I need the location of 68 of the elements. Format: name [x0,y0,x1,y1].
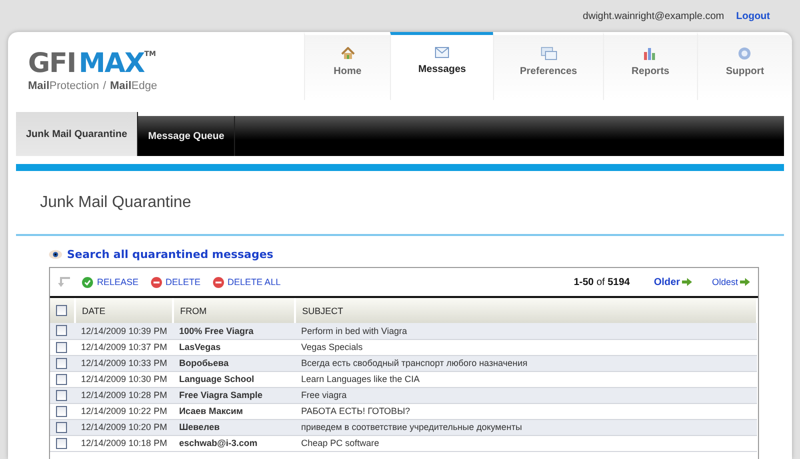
nav-tab[interactable]: Support [696,32,792,100]
toolbar-action[interactable]: RELEASE [82,276,139,288]
check-icon [82,276,93,288]
subject-cell: Learn Languages like the CIA [295,371,757,387]
date-cell: 12/14/2009 10:39 PM [75,323,174,339]
sender-cell: Шевелев [173,419,296,435]
select-all-checkbox[interactable] [56,305,67,316]
subject-cell: Free viagra [295,387,757,403]
date-cell: 12/14/2009 10:37 PM [75,339,174,355]
minus-icon [150,276,162,288]
nav-tab[interactable]: Preferences [493,32,603,100]
date-cell: 12/14/2009 10:33 PM [75,355,174,371]
subject-cell: приведем в соответствие учредительные документы [295,419,757,435]
subject-cell: Perform in bed with Viagra [295,323,757,339]
search-link[interactable]: Search all quarantined messages [49,248,274,261]
toolbar-action[interactable]: DELETE [150,276,201,288]
column-header: DATE [75,298,174,323]
row-checkbox[interactable] [56,374,67,385]
sender-cell: Language School [173,371,296,387]
column-header: SUBJECT [295,298,757,323]
sender-cell: Воробьева [173,355,296,371]
toolbar-action[interactable]: DELETE ALL [212,276,281,288]
row-checkbox[interactable] [56,325,67,336]
logout-link[interactable]: Logout [736,10,770,22]
older-link[interactable]: Older [654,276,692,288]
sender-cell: LasVegas [173,339,296,355]
product-name: MailEdge [110,80,158,92]
row-checkbox[interactable] [56,406,67,417]
date-cell: 12/14/2009 10:20 PM [75,419,174,435]
oldest-link[interactable]: Oldest [712,277,750,287]
sender-cell: Free Viagra Sample [173,387,296,403]
sender-cell: eschwab@i-3.com [173,435,296,451]
house-icon [340,47,355,60]
date-cell: 12/14/2009 10:22 PM [75,403,174,419]
row-checkbox[interactable] [56,390,67,401]
subject-cell: Cheap PC software [295,435,757,451]
return-arrow-icon [58,277,70,287]
nav-tab[interactable]: Reports [602,32,697,100]
nav-tab[interactable]: Home [304,32,390,100]
row-checkbox[interactable] [56,358,67,369]
nav-tab[interactable]: Messages [390,32,494,100]
row-checkbox[interactable] [56,342,67,353]
subject-cell: РАБОТА ЕСТЬ! ГОТОВЫ? [295,403,757,419]
sender-cell: 100% Free Viagra [173,323,296,339]
envelope-icon [435,47,450,58]
subject-cell: Всегда есть свободный транспорт любого назначения [295,355,757,371]
user-email: dwight.wainright@example.com [582,10,724,22]
date-cell: 12/14/2009 10:28 PM [75,387,174,403]
sender-cell: Исаев Максим [173,403,296,419]
arrow-icon [740,278,750,286]
subject-cell: Vegas Specials [295,339,757,355]
eye-icon [49,250,62,259]
sub-tab[interactable]: Junk Mail Quarantine [16,112,138,156]
page-title: Junk Mail Quarantine [40,194,192,212]
arrow-icon [682,278,692,286]
column-header: FROM [173,298,296,323]
minus-icon [212,276,224,288]
date-cell: 12/14/2009 10:30 PM [75,371,174,387]
sub-tab[interactable]: Message Queue [138,116,236,156]
help-icon [738,47,752,60]
product-name: MailProtection [28,80,99,92]
date-cell: 12/14/2009 10:18 PM [75,435,174,451]
bar-chart-icon [643,47,658,60]
windows-icon [540,47,556,60]
row-checkbox[interactable] [56,438,67,449]
separator: / [102,80,106,92]
page-count: 1-50 of 5194 [574,276,630,288]
row-checkbox[interactable] [56,422,67,433]
